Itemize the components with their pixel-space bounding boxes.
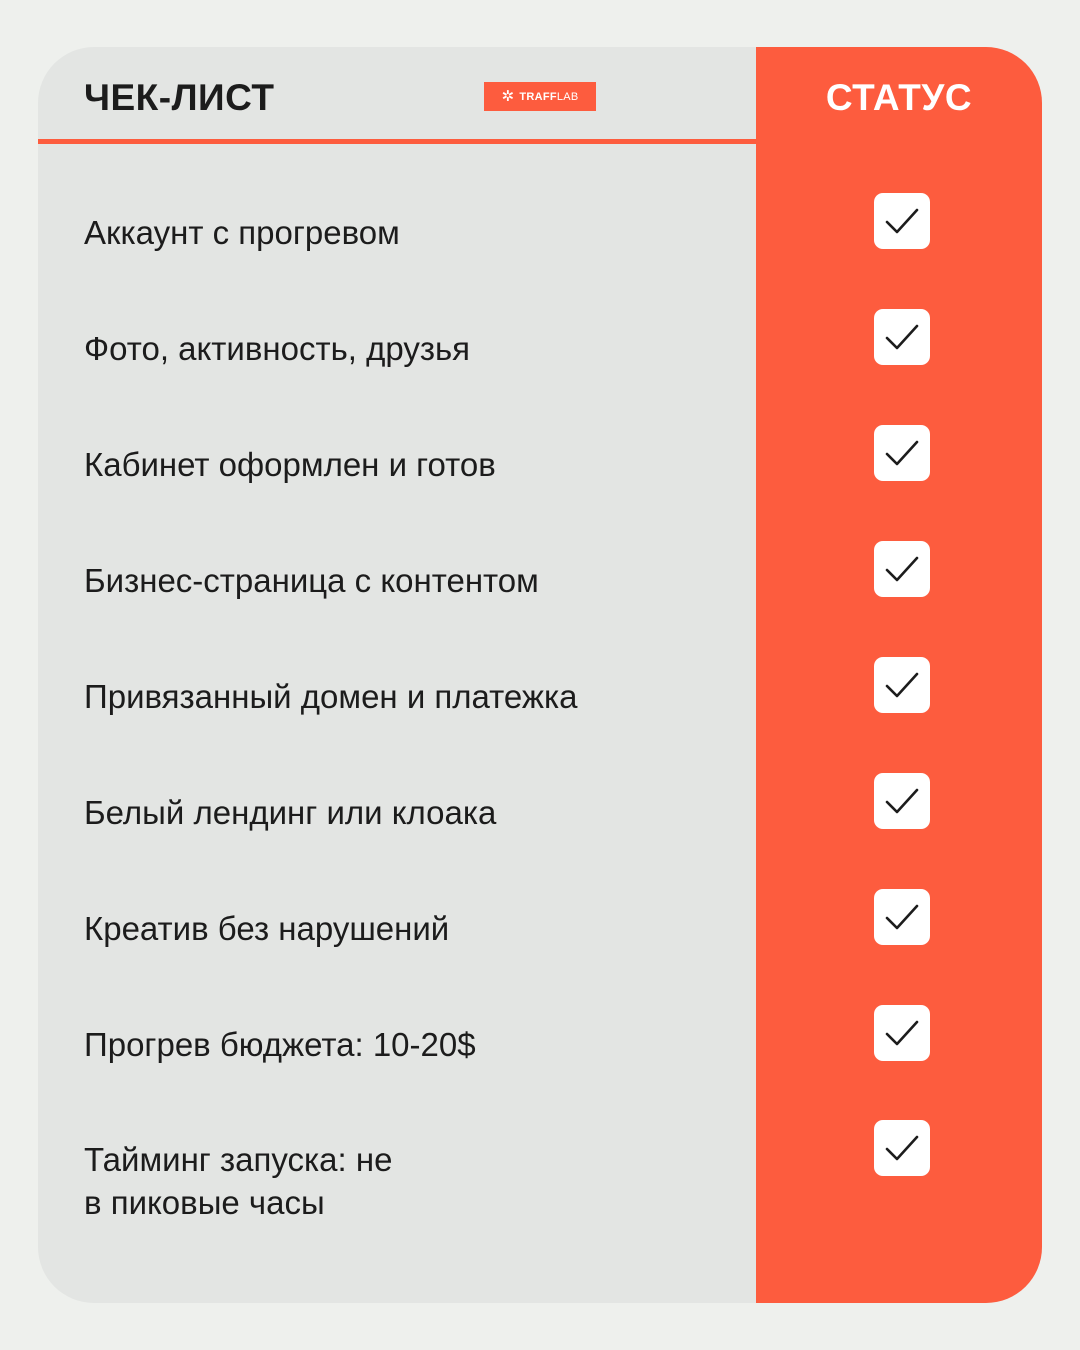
checklist-row: Кабинет оформлен и готов [38, 425, 1042, 503]
item-label: Фото, активность, друзья [84, 330, 471, 367]
checklist-title: ЧЕК-ЛИСТ [84, 77, 275, 118]
checklist-card: ЧЕК-ЛИСТ ✲ TRAFFLAB СТАТУС Аккаунт с про… [38, 47, 1042, 1303]
checkmark-icon [885, 440, 919, 466]
logo-text-bold: TRAFF [519, 90, 557, 103]
item-label: Прогрев бюджета: 10-20$ [84, 1026, 476, 1063]
status-checkbox[interactable] [874, 889, 930, 945]
status-checkbox[interactable] [874, 657, 930, 713]
status-checkbox[interactable] [874, 1120, 930, 1176]
checklist-row: Креатив без нарушений [38, 889, 1042, 967]
status-checkbox[interactable] [874, 1005, 930, 1061]
item-label: Аккаунт с прогревом [84, 214, 400, 251]
status-title: СТАТУС [825, 77, 973, 118]
checkmark-icon [885, 556, 919, 582]
checkmark-icon [885, 1020, 919, 1046]
checklist-row: Белый лендинг или клоака [38, 773, 1042, 851]
status-checkbox[interactable] [874, 773, 930, 829]
checklist-row: Тайминг запуска: не в пиковые часы [38, 1120, 1042, 1221]
checkmark-icon [885, 1135, 919, 1161]
checklist-row: Фото, активность, друзья [38, 309, 1042, 387]
page: ЧЕК-ЛИСТ ✲ TRAFFLAB СТАТУС Аккаунт с про… [0, 0, 1080, 1350]
checklist-row: Аккаунт с прогревом [38, 193, 1042, 271]
checklist-row: Прогрев бюджета: 10-20$ [38, 1005, 1042, 1083]
trafflab-logo: ✲ TRAFFLAB [484, 82, 596, 111]
item-label: Кабинет оформлен и готов [84, 446, 496, 483]
checkmark-icon [885, 788, 919, 814]
asterisk-icon: ✲ [501, 88, 515, 105]
logo-text: TRAFFLAB [519, 91, 578, 103]
item-label: Тайминг запуска: не в пиковые часы [84, 1141, 393, 1221]
item-label: Креатив без нарушений [84, 910, 450, 947]
checklist-row: Бизнес-страница с контентом [38, 541, 1042, 619]
checkmark-icon [885, 324, 919, 350]
item-label: Бизнес-страница с контентом [84, 562, 539, 599]
item-label: Белый лендинг или клоака [84, 794, 497, 831]
status-checkbox[interactable] [874, 193, 930, 249]
logo-text-light: LAB [556, 90, 579, 103]
checklist-row: Привязанный домен и платежка [38, 657, 1042, 735]
status-checkbox[interactable] [874, 309, 930, 365]
status-checkbox[interactable] [874, 541, 930, 597]
item-label: Привязанный домен и платежка [84, 678, 578, 715]
checkmark-icon [885, 672, 919, 698]
checkmark-icon [885, 208, 919, 234]
checkmark-icon [885, 904, 919, 930]
status-checkbox[interactable] [874, 425, 930, 481]
header-divider [38, 139, 756, 144]
